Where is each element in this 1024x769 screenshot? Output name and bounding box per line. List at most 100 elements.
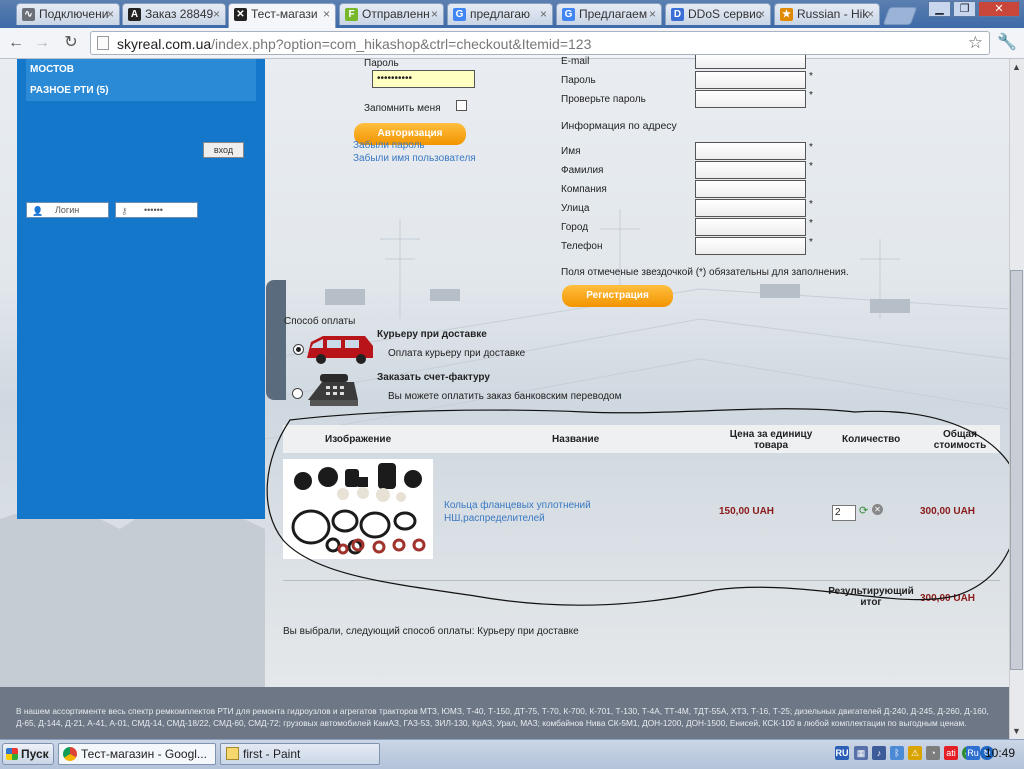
tab-close-icon[interactable]: ×	[758, 7, 765, 21]
sidebar: МОСТОВ РАЗНОЕ РТИ (5) 👤 Логин ⚷ ••••••	[17, 59, 265, 519]
tab-favicon-icon: F	[345, 8, 358, 21]
tab-close-icon[interactable]: ×	[540, 7, 547, 21]
reg-confirm-input[interactable]	[695, 90, 806, 108]
wrench-icon[interactable]: 🔧	[996, 32, 1018, 54]
tab-close-icon[interactable]: ×	[649, 7, 656, 21]
reg-street-input[interactable]	[695, 199, 806, 217]
remember-me-checkbox[interactable]	[456, 100, 467, 111]
tab-close-icon[interactable]: ×	[431, 7, 438, 21]
browser-toolbar: ← → ↻ skyreal.com.ua/index.php?option=co…	[0, 28, 1024, 59]
keyboard-layout-indicator[interactable]: Ru	[966, 746, 980, 760]
tab-5[interactable]: Gпредлагаю ×	[447, 3, 553, 25]
sidebar-login-input[interactable]: 👤 Логин	[26, 202, 109, 218]
user-icon: 👤	[32, 206, 44, 216]
scroll-thumb[interactable]	[1010, 270, 1023, 670]
payment-radio-invoice[interactable]	[292, 388, 303, 399]
sidebar-item-mostov[interactable]: МОСТОВ	[26, 59, 256, 80]
sidebar-login-button[interactable]: вход	[203, 142, 244, 158]
required-asterisk: *	[809, 199, 813, 210]
tab-favicon-icon: G	[562, 8, 575, 21]
required-asterisk: *	[809, 161, 813, 172]
scroll-up-icon[interactable]: ▲	[1012, 62, 1021, 72]
tab-favicon-icon: G	[453, 8, 466, 21]
required-asterisk: *	[809, 90, 813, 101]
hand-drawn-annotation	[266, 408, 1020, 606]
payment-option-courier-desc: Оплата курьеру при доставке	[388, 348, 526, 359]
sidebar-password-input[interactable]: ⚷ ••••••	[115, 202, 198, 218]
reg-confirm-label: Проверьте пароль	[561, 94, 646, 105]
tab-favicon-icon: A	[128, 8, 141, 21]
page-icon	[97, 36, 109, 50]
windows-logo-icon	[6, 748, 18, 760]
maximize-button[interactable]: ❐	[953, 1, 976, 17]
required-note: Поля отмеченые звездочкой (*) обязательн…	[561, 267, 849, 278]
tab-favicon-icon: ✕	[234, 8, 247, 21]
clock-tray-icon[interactable]: ◔	[926, 746, 940, 760]
reg-password-label: Пароль	[561, 75, 596, 86]
payment-heading: Способ оплаты	[284, 316, 356, 327]
taskbar-item-paint[interactable]: first - Paint	[220, 743, 380, 765]
reg-city-input[interactable]	[695, 218, 806, 236]
reg-company-input[interactable]	[695, 180, 806, 198]
reg-company-label: Компания	[561, 184, 607, 195]
tab-3-active[interactable]: ✕ Тест-магази ×	[228, 3, 336, 28]
forgot-password-link[interactable]: Забыли пароль	[353, 140, 425, 151]
payment-option-invoice-title: Заказать счет-фактуру	[377, 372, 490, 383]
taskbar-clock: 10:49	[985, 746, 1016, 760]
bookmark-star-icon[interactable]: ☆	[968, 33, 983, 53]
speaker-icon[interactable]: ♪	[872, 746, 886, 760]
browser-tabbar: ∿ Подключени × A Заказ 28849 × ✕ Тест-магази ×…	[0, 0, 1024, 28]
new-tab-button[interactable]	[882, 7, 918, 25]
reg-name-label: Имя	[561, 146, 581, 157]
address-bar[interactable]: skyreal.com.ua/index.php?option=com_hika…	[90, 31, 990, 55]
remember-me-label: Запомнить меня	[364, 103, 441, 114]
tab-favicon-icon: D	[671, 8, 684, 21]
tab-favicon-icon: ★	[780, 8, 793, 21]
minimize-button[interactable]: ▁	[928, 1, 951, 17]
reg-email-input[interactable]	[695, 55, 806, 69]
reg-city-label: Город	[561, 222, 589, 233]
start-button[interactable]: Пуск	[2, 743, 54, 765]
paint-icon	[226, 747, 239, 760]
tab-4[interactable]: F Отправленн ×	[339, 3, 444, 25]
tab-8[interactable]: ★ Russian - Hik ×	[774, 3, 880, 25]
back-icon[interactable]: ←	[5, 32, 27, 54]
required-asterisk: *	[809, 142, 813, 153]
required-asterisk: *	[809, 71, 813, 82]
footer-text: В нашем ассортименте весь спектр ремкомп…	[16, 706, 989, 728]
reg-phone-input[interactable]	[695, 237, 806, 255]
reg-surname-input[interactable]	[695, 161, 806, 179]
register-button[interactable]: Регистрация	[562, 285, 673, 307]
tab-close-icon[interactable]: ×	[107, 7, 114, 21]
security-warning-icon[interactable]: ⚠	[908, 746, 922, 760]
chosen-payment-text: Вы выбрали, следующий способ оплаты: Кур…	[283, 626, 579, 637]
antivirus-icon[interactable]: ati	[944, 746, 958, 760]
language-indicator[interactable]: RU	[835, 746, 849, 760]
courier-van-icon	[307, 336, 373, 364]
reg-phone-label: Телефон	[561, 241, 603, 252]
address-heading: Информация по адресу	[561, 120, 677, 132]
tab-2[interactable]: A Заказ 28849 ×	[122, 3, 226, 25]
tab-7[interactable]: D DDoS сервис ×	[665, 3, 771, 25]
taskbar-item-browser[interactable]: Тест-магазин - Googl...	[58, 743, 216, 765]
network-icon[interactable]: ▦	[854, 746, 868, 760]
reg-name-input[interactable]	[695, 142, 806, 160]
reg-password-input[interactable]	[695, 71, 806, 89]
close-window-button[interactable]: ✕	[978, 1, 1020, 17]
tractor-image-fragment	[266, 280, 286, 400]
reload-icon[interactable]: ↻	[60, 32, 82, 54]
tab-6[interactable]: G Предлагаем ×	[556, 3, 662, 25]
scroll-down-icon[interactable]: ▼	[1012, 726, 1021, 736]
tab-close-icon[interactable]: ×	[867, 7, 874, 21]
forward-icon[interactable]: →	[31, 32, 53, 54]
forgot-username-link[interactable]: Забыли имя пользователя	[353, 153, 476, 164]
tab-close-icon[interactable]: ×	[323, 7, 330, 21]
reg-surname-label: Фамилия	[561, 165, 604, 176]
tab-favicon-icon: ∿	[22, 8, 35, 21]
login-password-input[interactable]: ••••••••••	[372, 70, 475, 88]
tab-close-icon[interactable]: ×	[213, 7, 220, 21]
bluetooth-icon[interactable]: ᛒ	[890, 746, 904, 760]
sidebar-item-raznoe-rti[interactable]: РАЗНОЕ РТИ (5)	[26, 80, 256, 101]
tab-1[interactable]: ∿ Подключени ×	[16, 3, 120, 25]
key-icon: ⚷	[121, 206, 128, 216]
